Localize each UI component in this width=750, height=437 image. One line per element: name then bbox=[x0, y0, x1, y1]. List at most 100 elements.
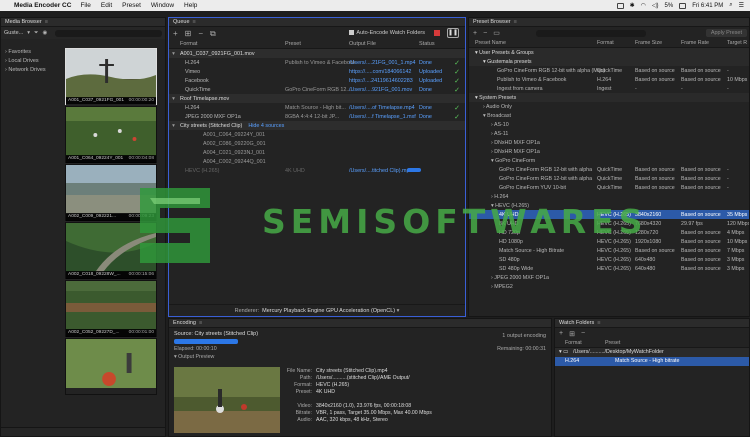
disclosure-icon[interactable]: ▾ bbox=[169, 96, 178, 102]
wifi-icon[interactable]: ◠ bbox=[641, 2, 646, 9]
tree-item-local-drives[interactable]: › Local Drives bbox=[1, 57, 61, 66]
output-format[interactable]: H.264 bbox=[185, 60, 199, 66]
queue-source-row[interactable]: ▾ A001_C037_0921FG_001.mov bbox=[169, 49, 465, 58]
output-file[interactable]: https://.....com/184066142 bbox=[349, 69, 411, 75]
add-preset-icon[interactable]: + bbox=[473, 30, 477, 37]
preset-row[interactable]: SD 480p HEVC (H.265) 640x480 Based on sourc… bbox=[469, 255, 749, 264]
app-menu[interactable]: Media Encoder CC bbox=[14, 2, 71, 9]
queue-output-row[interactable]: Vimeo https://.....com/184066142 Uploaded ✓ bbox=[169, 67, 465, 76]
panel-menu-icon[interactable]: ≡ bbox=[597, 320, 600, 326]
queue-output-row[interactable]: HEVC (H.265) 4K UHD/Users/....titched Cli… bbox=[169, 166, 465, 175]
output-preset[interactable]: Publish to Vimeo & Facebook bbox=[285, 60, 356, 66]
preset-row[interactable]: ▾ GoPro CineForm bbox=[469, 156, 749, 165]
media-thumbnail[interactable]: A001_C037_0921FG_001 00:00:00:20 bbox=[65, 48, 157, 105]
view-icon[interactable]: ◉ bbox=[42, 30, 47, 36]
chevron-down-icon[interactable]: ▾ bbox=[27, 30, 30, 36]
media-thumbnail[interactable]: A002_C018_09228W_... 00:00:15:06 bbox=[65, 222, 157, 279]
output-file[interactable]: /Users/....f Timelapse_1.mxf bbox=[349, 114, 416, 120]
output-format[interactable]: QuickTime bbox=[185, 87, 211, 93]
queue-output-row[interactable]: Facebook https://....24119614602283 Upload… bbox=[169, 76, 465, 85]
remove-icon[interactable]: − bbox=[198, 29, 203, 38]
preset-row[interactable]: SD 480p Wide HEVC (H.265) 640x480 Based on … bbox=[469, 264, 749, 273]
add-output-icon[interactable]: ⊞ bbox=[569, 330, 575, 338]
location-dropdown[interactable]: Guste... bbox=[4, 30, 23, 36]
queue-output-row[interactable]: H.264 Match Source - High bit.../Users/..… bbox=[169, 103, 465, 112]
preset-search-input[interactable] bbox=[535, 29, 646, 37]
preset-row[interactable]: › DNxHR MXF OP1a bbox=[469, 147, 749, 156]
output-file[interactable]: /Users/....of Timelapse.mp4 bbox=[349, 105, 415, 111]
watch-preset[interactable]: Match Source - High bitrate bbox=[615, 358, 679, 364]
media-search-input[interactable] bbox=[55, 29, 162, 37]
menu-file[interactable]: File bbox=[80, 2, 90, 9]
preset-row[interactable]: GoPro CineForm RGB 12-bit with alpha Quic… bbox=[469, 165, 749, 174]
preset-row[interactable]: › H.264 bbox=[469, 192, 749, 201]
queue-output-row[interactable]: QuickTime GoPro CineForm RGB 12.../Users/… bbox=[169, 85, 465, 94]
media-thumbnail[interactable]: A002_C009_092221... 00:00:09:23 bbox=[65, 164, 157, 221]
queue-output-row[interactable]: A004_C002_09244Q_001 bbox=[169, 157, 465, 166]
media-thumbnail[interactable] bbox=[65, 338, 157, 395]
queue-source-row[interactable]: ▾ City streets (Stitched Clip) Hide 4 sour… bbox=[169, 121, 465, 130]
output-format[interactable]: HEVC (H.265) bbox=[185, 168, 219, 174]
tree-item-network-drives[interactable]: › Network Drives bbox=[1, 66, 61, 75]
bluetooth-icon[interactable]: ✱ bbox=[630, 2, 635, 9]
remove-icon[interactable]: − bbox=[581, 330, 585, 337]
preset-row[interactable]: ▾ Broadcast bbox=[469, 111, 749, 120]
queue-output-row[interactable]: H.264 Publish to Vimeo & Facebook/Users/.… bbox=[169, 58, 465, 67]
tree-item-favorites[interactable]: › Favorites bbox=[1, 48, 61, 57]
add-source-icon[interactable]: + bbox=[173, 29, 178, 38]
menu-help[interactable]: Help bbox=[184, 2, 197, 9]
preset-row[interactable]: Match Source - High Bitrate HEVC (H.265) B… bbox=[469, 246, 749, 255]
output-file[interactable]: /Users/....21FG_001_1.mp4 bbox=[349, 60, 416, 66]
disclosure-icon[interactable]: ▾ bbox=[169, 123, 178, 129]
output-format[interactable]: JPEG 2000 MXF OP1a bbox=[185, 114, 241, 120]
output-preview-toggle[interactable]: ▾ Output Preview bbox=[169, 354, 551, 362]
preset-row[interactable]: › DNxHD MXF OP1a bbox=[469, 138, 749, 147]
preset-row[interactable]: Ingest from camera Ingest - - - bbox=[469, 84, 749, 93]
renderer-selector[interactable]: Renderer: Mercury Playback Engine GPU Ac… bbox=[169, 304, 465, 316]
output-preset[interactable]: GoPro CineForm RGB 12... bbox=[285, 87, 351, 93]
preset-group-row[interactable]: ▾ System Presets bbox=[469, 93, 749, 102]
add-output-icon[interactable]: ⊞ bbox=[185, 29, 192, 38]
output-file[interactable]: /Users/....titched Clip).mp4 bbox=[349, 168, 413, 174]
watch-folder-row[interactable]: ▾ ▭ /Users/........../Desktop/MyWatchFol… bbox=[555, 348, 749, 357]
output-file[interactable]: /Users/....921FG_001.mov bbox=[349, 87, 412, 93]
output-preset[interactable]: 4K UHD bbox=[285, 168, 305, 174]
panel-menu-icon[interactable]: ≡ bbox=[199, 320, 202, 326]
panel-menu-icon[interactable]: ≡ bbox=[514, 19, 517, 25]
output-format[interactable]: Vimeo bbox=[185, 69, 200, 75]
menu-edit[interactable]: Edit bbox=[101, 2, 112, 9]
preset-row[interactable]: Publish to Vimeo & Facebook H.264 Based on… bbox=[469, 75, 749, 84]
panel-menu-icon[interactable]: ≡ bbox=[193, 19, 196, 25]
screen-icon[interactable] bbox=[616, 2, 624, 9]
media-thumbnail[interactable]: A001_C064_09224Y_001 00:00:04:08 bbox=[65, 106, 157, 163]
auto-encode-checkbox[interactable]: Auto-Encode Watch Folders bbox=[349, 30, 425, 36]
queue-source-row[interactable]: ▾ Roof Timelapse.mov bbox=[169, 94, 465, 103]
preset-row[interactable]: GoPro CineForm RGB 12-bit with alpha Quic… bbox=[469, 174, 749, 183]
pause-button[interactable]: ❚❚ bbox=[447, 28, 459, 38]
renderer-value[interactable]: Mercury Playback Engine GPU Acceleration… bbox=[262, 308, 395, 314]
preset-row[interactable]: GoPro CineForm YUV 10-bit QuickTime Based … bbox=[469, 183, 749, 192]
preset-group-row[interactable]: ▾ Gustemala presets bbox=[469, 57, 749, 66]
watch-output-row[interactable]: H.264 Match Source - High bitrate bbox=[555, 357, 749, 366]
duplicate-icon[interactable]: ⧉ bbox=[210, 29, 216, 39]
preset-group-row[interactable]: ▾ User Presets & Groups bbox=[469, 48, 749, 57]
disclosure-icon[interactable]: ▾ bbox=[169, 51, 178, 57]
preset-row[interactable]: › AS-11 bbox=[469, 129, 749, 138]
menu-window[interactable]: Window bbox=[151, 2, 174, 9]
preset-row[interactable]: › Audio Only bbox=[469, 102, 749, 111]
queue-output-row[interactable]: JPEG 2000 MXF OP1a 8GBA 4:4:4 12-bit JP..… bbox=[169, 112, 465, 121]
battery-label[interactable]: 5% bbox=[665, 3, 674, 9]
add-folder-icon[interactable]: + bbox=[559, 330, 563, 337]
remove-preset-icon[interactable]: − bbox=[483, 30, 487, 37]
preset-row[interactable]: › MPEG2 bbox=[469, 282, 749, 291]
hide-sources-link[interactable]: Hide 4 sources bbox=[248, 123, 284, 129]
apply-preset-button[interactable]: Apply Preset bbox=[705, 29, 747, 37]
search-icon[interactable]: ⌕ bbox=[729, 2, 732, 9]
filter-icon[interactable]: ⏷ bbox=[34, 30, 38, 37]
panel-menu-icon[interactable]: ≡ bbox=[45, 19, 48, 25]
output-format[interactable]: Facebook bbox=[185, 78, 209, 84]
watch-format[interactable]: H.264 bbox=[565, 358, 579, 364]
stop-button[interactable] bbox=[434, 30, 440, 36]
media-thumbnail[interactable]: A002_C052_09227D_... 00:00:01:00 bbox=[65, 280, 157, 337]
folder-icon[interactable]: ▭ bbox=[493, 29, 500, 37]
